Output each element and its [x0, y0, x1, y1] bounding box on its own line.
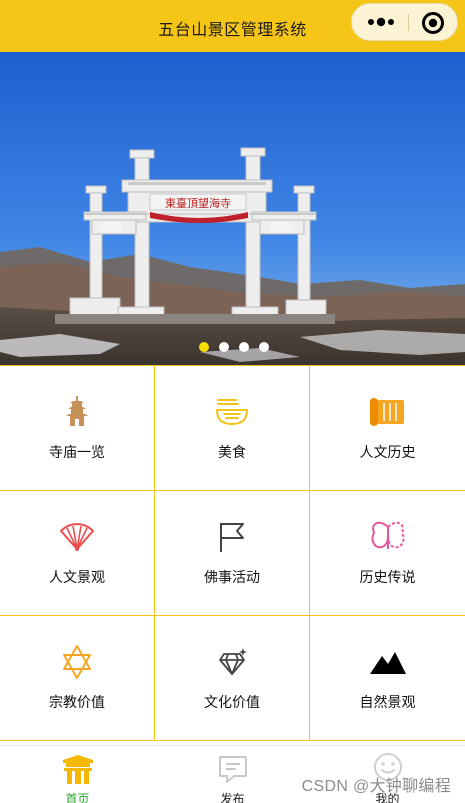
- carousel-indicator: [0, 342, 465, 352]
- grid-item-food[interactable]: 美食: [155, 366, 310, 491]
- fan-icon: [57, 519, 97, 555]
- carousel-dot-4[interactable]: [259, 342, 269, 352]
- diamond-icon: [212, 644, 252, 680]
- grid-item-temples[interactable]: 寺庙一览: [0, 366, 155, 491]
- butterfly-icon: [368, 519, 408, 555]
- app-root: 五台山景区管理系统 東臺頂望海寺 寺庙一览 美食 人文历史 人文景观 佛事活动 …: [0, 0, 465, 803]
- top-nav-bar: 五台山景区管理系统: [0, 0, 465, 52]
- gate-plaque-text: 東臺頂望海寺: [165, 196, 231, 210]
- tab-label: 发布: [220, 792, 245, 803]
- mountain-icon: [368, 644, 408, 680]
- temple-gate-icon: [61, 752, 95, 786]
- tab-home[interactable]: 首页: [0, 746, 155, 803]
- grid-item-nature[interactable]: 自然景观: [310, 616, 465, 741]
- grid-item-label: 佛事活动: [204, 569, 260, 585]
- star-of-david-icon: [57, 644, 97, 680]
- flag-icon: [212, 519, 252, 555]
- grid-item-label: 宗教价值: [49, 694, 105, 710]
- grid-item-religious-value[interactable]: 宗教价值: [0, 616, 155, 741]
- grid-item-label: 历史传说: [359, 569, 416, 585]
- grid-item-landscape[interactable]: 人文景观: [0, 491, 155, 616]
- scroll-icon: [368, 394, 408, 430]
- capsule-divider: [408, 14, 409, 31]
- grid-item-label: 人文历史: [359, 444, 416, 460]
- more-dots-icon[interactable]: [366, 15, 396, 29]
- carousel-dot-2[interactable]: [219, 342, 229, 352]
- grid-item-label: 美食: [218, 444, 246, 460]
- grid-item-buddhist-events[interactable]: 佛事活动: [155, 491, 310, 616]
- feature-grid: 寺庙一览 美食 人文历史 人文景观 佛事活动 历史传说 宗教价值 文化价值 自然…: [0, 365, 465, 741]
- carousel-dot-3[interactable]: [239, 342, 249, 352]
- tab-label: 首页: [65, 792, 90, 803]
- banner-image: 東臺頂望海寺: [0, 52, 465, 365]
- noodle-bowl-icon: [212, 394, 252, 430]
- record-close-icon[interactable]: [421, 11, 445, 35]
- grid-item-legends[interactable]: 历史传说: [310, 491, 465, 616]
- pagoda-icon: [57, 394, 97, 430]
- grid-item-label: 寺庙一览: [49, 444, 105, 460]
- banner-carousel[interactable]: 東臺頂望海寺: [0, 52, 465, 365]
- grid-item-label: 自然景观: [359, 694, 416, 710]
- grid-item-label: 文化价值: [204, 694, 260, 710]
- tab-publish[interactable]: 发布: [155, 746, 310, 803]
- chat-icon: [216, 752, 250, 786]
- grid-item-label: 人文景观: [49, 569, 105, 585]
- grid-item-cultural-value[interactable]: 文化价值: [155, 616, 310, 741]
- watermark-text: CSDN @大钟聊编程: [301, 778, 451, 795]
- grid-item-history[interactable]: 人文历史: [310, 366, 465, 491]
- mini-program-capsule: [351, 3, 458, 41]
- carousel-dot-1[interactable]: [199, 342, 209, 352]
